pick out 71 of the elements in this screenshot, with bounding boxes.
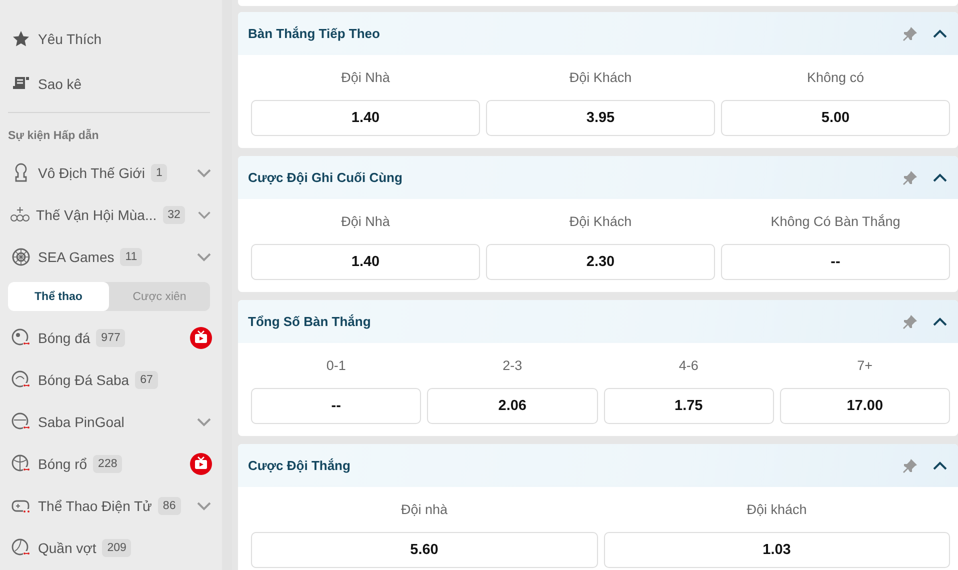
odds-button[interactable]: 17.00 (780, 388, 950, 424)
chevron-down-icon[interactable] (196, 252, 212, 262)
sport-label[interactable]: Thể Thao Điện Tử (38, 498, 152, 514)
chevron-down-icon[interactable] (196, 168, 212, 178)
odds-button[interactable]: -- (251, 388, 422, 424)
menu-item-label[interactable]: Yêu Thích (38, 30, 102, 46)
chevron-down-icon[interactable] (197, 210, 212, 220)
chevron-up-icon[interactable] (932, 172, 948, 182)
pin-icon[interactable] (902, 170, 918, 186)
count-badge: 209 (102, 539, 132, 557)
sport-label[interactable]: Bóng rổ (38, 456, 88, 472)
live-tv-icon[interactable] (190, 327, 212, 349)
count-badge: 11 (120, 248, 142, 266)
option-label: Đội Nhà (341, 213, 390, 231)
sport-icon (11, 454, 31, 474)
market-title: Cược Đội Thắng (248, 458, 352, 473)
option-label: 7+ (857, 357, 873, 375)
section-heading: Sự kiện Hấp dẫn (7, 128, 100, 144)
odds-button[interactable]: 5.60 (251, 532, 598, 568)
pin-icon[interactable] (902, 314, 918, 330)
chevron-up-icon[interactable] (932, 316, 948, 326)
count-badge: 228 (93, 455, 122, 473)
event-label[interactable]: Thế Vận Hội Mùa... (36, 207, 157, 223)
odds-button[interactable]: 2.30 (486, 244, 715, 280)
sport-label[interactable]: Saba PinGoal (38, 414, 124, 430)
option-label: Đội nhà (400, 501, 448, 519)
sport-label[interactable]: Bóng đá (38, 330, 90, 346)
pin-icon[interactable] (902, 26, 918, 42)
odds-button[interactable]: 1.40 (251, 244, 480, 280)
chevron-up-icon[interactable] (932, 460, 948, 470)
odds-button[interactable]: 3.95 (486, 100, 715, 136)
odds-button[interactable]: 5.00 (721, 100, 950, 136)
event-label[interactable]: Vô Địch Thế Giới (38, 165, 145, 181)
count-badge: 67 (135, 371, 158, 389)
option-label: Không có (806, 69, 864, 87)
flower-icon (11, 247, 31, 267)
odds-button[interactable]: 1.75 (604, 388, 774, 424)
option-label: Không Có Bàn Thắng (770, 213, 900, 231)
count-badge: 32 (162, 206, 186, 224)
market-title: Tổng Số Bàn Thắng (248, 314, 372, 329)
option-label: 4-6 (678, 357, 698, 375)
sport-label[interactable]: Bóng Đá Saba (38, 372, 130, 388)
event-label[interactable]: SEA Games (38, 249, 114, 265)
market-title: Bàn Thắng Tiếp Theo (248, 26, 381, 41)
sport-icon (11, 538, 31, 558)
odds-button[interactable]: 1.03 (604, 532, 950, 568)
option-label: 2-3 (502, 357, 522, 375)
chevron-up-icon[interactable] (932, 28, 948, 38)
option-label: Đội Khách (569, 69, 632, 87)
market-title: Cược Đội Ghi Cuối Cùng (248, 170, 404, 185)
chevron-down-icon[interactable] (196, 501, 212, 511)
option-label: 0-1 (326, 357, 346, 375)
odds-button[interactable]: 1.40 (251, 100, 480, 136)
count-badge: 1 (150, 164, 168, 182)
star-icon (12, 30, 30, 48)
live-tv-icon[interactable] (190, 453, 212, 475)
pin-icon[interactable] (902, 458, 918, 474)
count-badge: 86 (158, 497, 181, 515)
sport-icon (11, 412, 31, 432)
option-label: Đội Khách (569, 213, 632, 231)
sport-tab[interactable]: Thể thao (8, 282, 109, 311)
count-badge: 977 (96, 329, 126, 347)
menu-item-label[interactable]: Sao kê (38, 76, 82, 92)
odds-button[interactable]: 2.06 (427, 388, 598, 424)
option-label: Đội Nhà (341, 69, 390, 87)
option-label: Đội khách (746, 501, 807, 519)
chevron-down-icon[interactable] (196, 417, 212, 427)
odds-button[interactable]: -- (721, 244, 950, 280)
sport-label[interactable]: Quần vợt (38, 540, 96, 556)
sport-icon (11, 370, 31, 390)
sport-icon (11, 328, 31, 348)
